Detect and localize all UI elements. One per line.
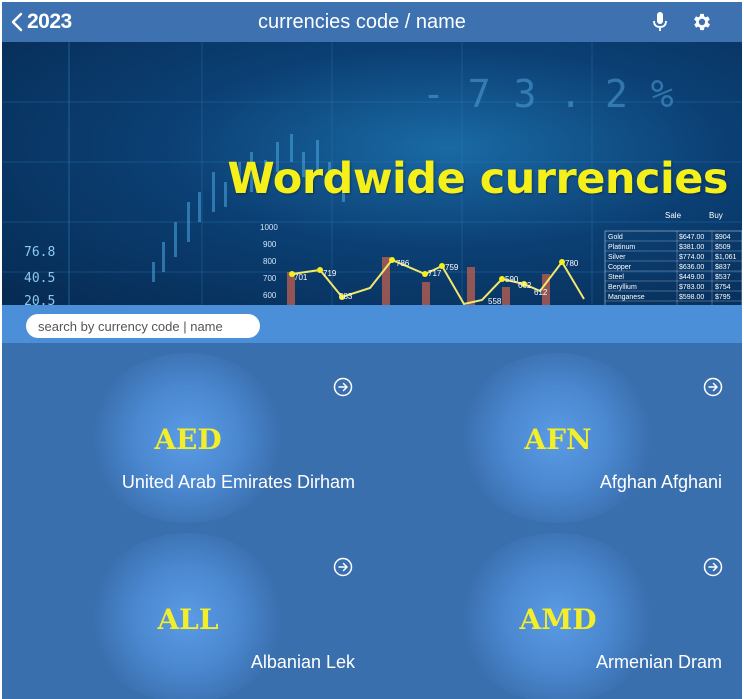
price-label: 612: [534, 288, 548, 297]
price-label: 583: [339, 292, 353, 301]
table-cell: $754: [715, 284, 731, 291]
currency-name: Armenian Dram: [595, 652, 722, 672]
table-cell: $381.00: [679, 244, 704, 251]
hero-banner: - 7 3 . 2 % 76.8 40.5 20.5 1000 900 800 …: [2, 42, 742, 307]
table-cell: $598.00: [679, 294, 704, 301]
price-label: 786: [396, 259, 410, 268]
table-cell: $1,061: [715, 254, 737, 261]
app-window: 2023 currencies code / name - 7 3 . 2 % …: [2, 2, 742, 699]
left-axis-label: 76.8: [24, 245, 55, 260]
left-axis-label: 40.5: [24, 271, 55, 286]
currency-card-afn[interactable]: AFN Afghan Afghani: [372, 343, 742, 523]
currency-card-all[interactable]: ALL Albanian Lek: [2, 523, 372, 699]
chart-axis-label: 900: [263, 240, 277, 249]
price-label: 759: [445, 263, 459, 272]
page-title: currencies code / name: [258, 11, 466, 33]
table-header: Buy: [709, 211, 723, 220]
chevron-left-icon: [11, 12, 23, 32]
arrow-right-circle-icon[interactable]: [703, 557, 723, 577]
currency-grid: AED United Arab Emirates Dirham AFN Afgh…: [2, 343, 742, 699]
back-button[interactable]: 2023: [10, 9, 72, 35]
table-cell: Beryllium: [608, 284, 637, 291]
price-label: 590: [505, 275, 519, 284]
price-label: 780: [565, 259, 579, 268]
currency-card-aed[interactable]: AED United Arab Emirates Dirham: [2, 343, 372, 523]
currency-code: AFN: [524, 423, 592, 456]
table-cell: $537: [715, 274, 731, 281]
currency-code: AMD: [519, 603, 597, 636]
currency-name: United Arab Emirates Dirham: [121, 472, 355, 492]
price-label: 717: [428, 269, 442, 278]
top-bar: 2023 currencies code / name: [2, 2, 742, 42]
arrow-right-circle-icon[interactable]: [703, 377, 723, 397]
microphone-icon[interactable]: [650, 11, 670, 33]
price-label: 719: [323, 269, 337, 278]
table-cell: $636.00: [679, 264, 704, 271]
table-cell: Platinum: [608, 244, 635, 251]
table-cell: Copper: [608, 264, 632, 271]
table-cell: Silver: [608, 254, 626, 261]
banner-digits: - 7 3 . 2 %: [422, 72, 674, 116]
currency-code: ALL: [157, 603, 219, 636]
price-label: 701: [294, 273, 308, 282]
table-cell: $774.00: [679, 254, 704, 261]
table-cell: $837: [715, 264, 731, 271]
commodity-table: Sale Buy Gold $647.00 $904 Platinum $381…: [604, 211, 742, 307]
arrow-right-circle-icon[interactable]: [333, 377, 353, 397]
table-cell: $509: [715, 244, 731, 251]
currency-card-amd[interactable]: AMD Armenian Dram: [372, 523, 742, 699]
arrow-right-circle-icon[interactable]: [333, 557, 353, 577]
search-bar: [2, 305, 742, 343]
table-header: Sale: [665, 211, 682, 220]
table-cell: $783.00: [679, 284, 704, 291]
gear-icon[interactable]: [691, 11, 713, 33]
chart-axis-label: 1000: [260, 223, 278, 232]
table-cell: Steel: [608, 274, 624, 281]
banner-headline: Wordwide currencies: [227, 154, 728, 204]
table-cell: $449.00: [679, 274, 704, 281]
currency-name: Albanian Lek: [250, 652, 355, 672]
table-cell: Gold: [608, 234, 623, 241]
table-cell: Manganese: [608, 294, 645, 301]
chart-axis-label: 600: [263, 291, 277, 300]
table-cell: $904: [715, 234, 731, 241]
currency-code: AED: [154, 423, 222, 456]
table-cell: $647.00: [679, 234, 704, 241]
price-label: 662: [518, 281, 532, 290]
chart-axis-label: 800: [263, 257, 277, 266]
chart-axis-label: 700: [263, 274, 277, 283]
table-cell: $795: [715, 294, 731, 301]
currency-name: Afghan Afghani: [599, 472, 722, 492]
search-input[interactable]: [26, 314, 260, 338]
back-label: 2023: [27, 10, 72, 33]
